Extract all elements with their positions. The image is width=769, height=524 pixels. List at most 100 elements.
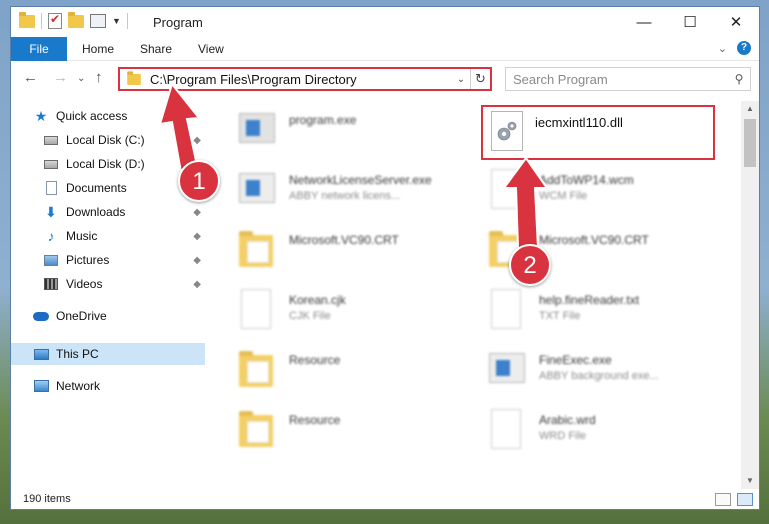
folder-icon bbox=[239, 231, 273, 267]
list-item[interactable]: Resource bbox=[237, 347, 477, 399]
sidebar-item-label: Documents bbox=[66, 181, 127, 195]
search-input[interactable] bbox=[513, 69, 728, 89]
sidebar-item-local-disk-c[interactable]: Local Disk (C:) ◆ bbox=[43, 129, 205, 151]
sidebar-item-label: This PC bbox=[56, 347, 99, 361]
pin-icon[interactable]: ◆ bbox=[193, 135, 201, 146]
exe-icon bbox=[489, 353, 525, 383]
list-item[interactable]: NetworkLicenseServer.exe ABBY network li… bbox=[237, 167, 477, 219]
forward-arrow-icon[interactable]: → bbox=[53, 69, 68, 86]
music-icon: ♪ bbox=[47, 228, 55, 244]
list-item[interactable]: program.exe bbox=[237, 107, 477, 159]
download-icon: ⬇ bbox=[45, 203, 57, 220]
documents-icon bbox=[45, 181, 57, 195]
scroll-up-icon[interactable]: ▲ bbox=[741, 101, 759, 117]
navigation-pane: ★ Quick access Local Disk (C:) ◆ Local D… bbox=[11, 101, 207, 489]
pin-icon[interactable]: ◆ bbox=[193, 279, 201, 290]
computer-icon bbox=[33, 348, 49, 360]
help-icon[interactable]: ? bbox=[737, 41, 751, 55]
file-explorer-window: ▼ Program — ☐ ✕ File Home Share View ⌄ ?… bbox=[10, 6, 760, 510]
disk-icon bbox=[44, 135, 58, 145]
sidebar-item-label: Downloads bbox=[66, 205, 126, 219]
list-item[interactable]: Arabic.wrd WRD File bbox=[487, 407, 727, 459]
pin-icon[interactable]: ◆ bbox=[193, 255, 201, 266]
list-item[interactable]: FineExec.exe ABBY background exe... bbox=[487, 347, 727, 399]
sidebar-item-label: Local Disk (D:) bbox=[66, 157, 145, 171]
ribbon: File Home Share View ⌄ ? bbox=[11, 37, 759, 61]
pictures-icon bbox=[44, 254, 58, 266]
exe-icon bbox=[239, 173, 275, 203]
quick-access-toolbar: ▼ bbox=[19, 11, 128, 29]
folder-icon bbox=[127, 70, 141, 85]
details-view-icon[interactable] bbox=[715, 493, 731, 506]
back-arrow-icon[interactable]: ← bbox=[23, 69, 38, 86]
chevron-down-icon[interactable]: ▼ bbox=[112, 16, 121, 26]
sidebar-item-pictures[interactable]: Pictures ◆ bbox=[43, 249, 205, 271]
sidebar-item-label: Videos bbox=[66, 277, 103, 291]
up-arrow-icon[interactable]: ↑ bbox=[95, 69, 103, 86]
sidebar-item-label: Quick access bbox=[56, 109, 128, 123]
large-icons-view-icon[interactable] bbox=[737, 493, 753, 506]
navigation-bar: ← → ⌄ ↑ C:\Program Files\Program Directo… bbox=[11, 63, 759, 95]
ribbon-controls: ⌄ ? bbox=[718, 41, 751, 55]
sidebar-item-videos[interactable]: Videos ◆ bbox=[43, 273, 205, 295]
view-switcher bbox=[715, 493, 753, 506]
folder-icon bbox=[239, 351, 273, 387]
star-icon: ★ bbox=[34, 107, 48, 124]
list-item[interactable]: Resource bbox=[237, 407, 477, 459]
recent-locations-icon[interactable]: ⌄ bbox=[77, 73, 85, 84]
new-folder-icon[interactable] bbox=[68, 11, 84, 28]
list-item[interactable]: help.fineReader.txt TXT File bbox=[487, 287, 727, 339]
folder-icon bbox=[239, 411, 273, 447]
customize-toolbar-icon[interactable] bbox=[90, 14, 106, 28]
list-item[interactable]: AddToWP14.wcm WCM File bbox=[487, 167, 727, 219]
list-item[interactable]: Microsoft.VC90.CRT bbox=[237, 227, 477, 279]
close-button[interactable]: ✕ bbox=[713, 7, 759, 37]
scroll-down-icon[interactable]: ▼ bbox=[741, 473, 759, 489]
toolbar-divider bbox=[41, 13, 42, 29]
properties-check-icon[interactable] bbox=[48, 12, 62, 29]
sidebar-item-network[interactable]: Network bbox=[33, 375, 227, 397]
maximize-button[interactable]: ☐ bbox=[667, 7, 713, 37]
tab-share[interactable]: Share bbox=[127, 37, 185, 61]
dll-highlight-box bbox=[481, 105, 715, 160]
step-1-badge: 1 bbox=[178, 160, 220, 202]
title-bar: ▼ Program — ☐ ✕ bbox=[11, 7, 759, 37]
step-2-badge: 2 bbox=[509, 244, 551, 286]
document-icon bbox=[491, 289, 521, 329]
folder-icon bbox=[19, 11, 35, 28]
sidebar-item-label: Music bbox=[66, 229, 98, 243]
sidebar-item-label: OneDrive bbox=[56, 309, 107, 323]
address-bar[interactable]: C:\Program Files\Program Directory ⌄ ↻ bbox=[118, 67, 492, 91]
network-icon bbox=[33, 380, 49, 392]
sidebar-item-music[interactable]: ♪ Music ◆ bbox=[43, 225, 205, 247]
sidebar-item-quick-access[interactable]: ★ Quick access bbox=[33, 105, 227, 127]
videos-icon bbox=[44, 278, 58, 290]
cloud-icon bbox=[33, 311, 49, 321]
refresh-icon[interactable]: ↻ bbox=[470, 69, 490, 89]
sidebar-item-downloads[interactable]: ⬇ Downloads ◆ bbox=[43, 201, 205, 223]
pin-icon[interactable]: ◆ bbox=[193, 231, 201, 242]
scrollbar-thumb[interactable] bbox=[744, 119, 756, 167]
toolbar-divider bbox=[126, 13, 128, 29]
list-item[interactable]: Korean.cjk CJK File bbox=[237, 287, 477, 339]
address-dropdown-icon[interactable]: ⌄ bbox=[452, 74, 470, 85]
setup-icon bbox=[239, 113, 275, 143]
pin-icon[interactable]: ◆ bbox=[193, 207, 201, 218]
sidebar-item-this-pc[interactable]: This PC bbox=[11, 343, 205, 365]
sidebar-item-label: Local Disk (C:) bbox=[66, 133, 145, 147]
expand-ribbon-icon[interactable]: ⌄ bbox=[718, 42, 727, 55]
minimize-button[interactable]: — bbox=[621, 7, 667, 37]
window-title: Program bbox=[153, 15, 203, 30]
sidebar-item-onedrive[interactable]: OneDrive bbox=[33, 305, 227, 327]
window-controls: — ☐ ✕ bbox=[621, 7, 759, 37]
tab-file[interactable]: File bbox=[11, 37, 67, 61]
search-icon[interactable]: ⚲ bbox=[728, 72, 750, 86]
sidebar-item-label: Pictures bbox=[66, 253, 110, 267]
tab-home[interactable]: Home bbox=[69, 37, 127, 61]
address-path[interactable]: C:\Program Files\Program Directory bbox=[150, 72, 452, 87]
tab-view[interactable]: View bbox=[185, 37, 237, 61]
document-icon bbox=[241, 289, 271, 329]
search-box[interactable]: ⚲ bbox=[505, 67, 751, 91]
vertical-scrollbar[interactable]: ▲ ▼ bbox=[741, 101, 759, 489]
item-count: 190 items bbox=[23, 493, 71, 505]
